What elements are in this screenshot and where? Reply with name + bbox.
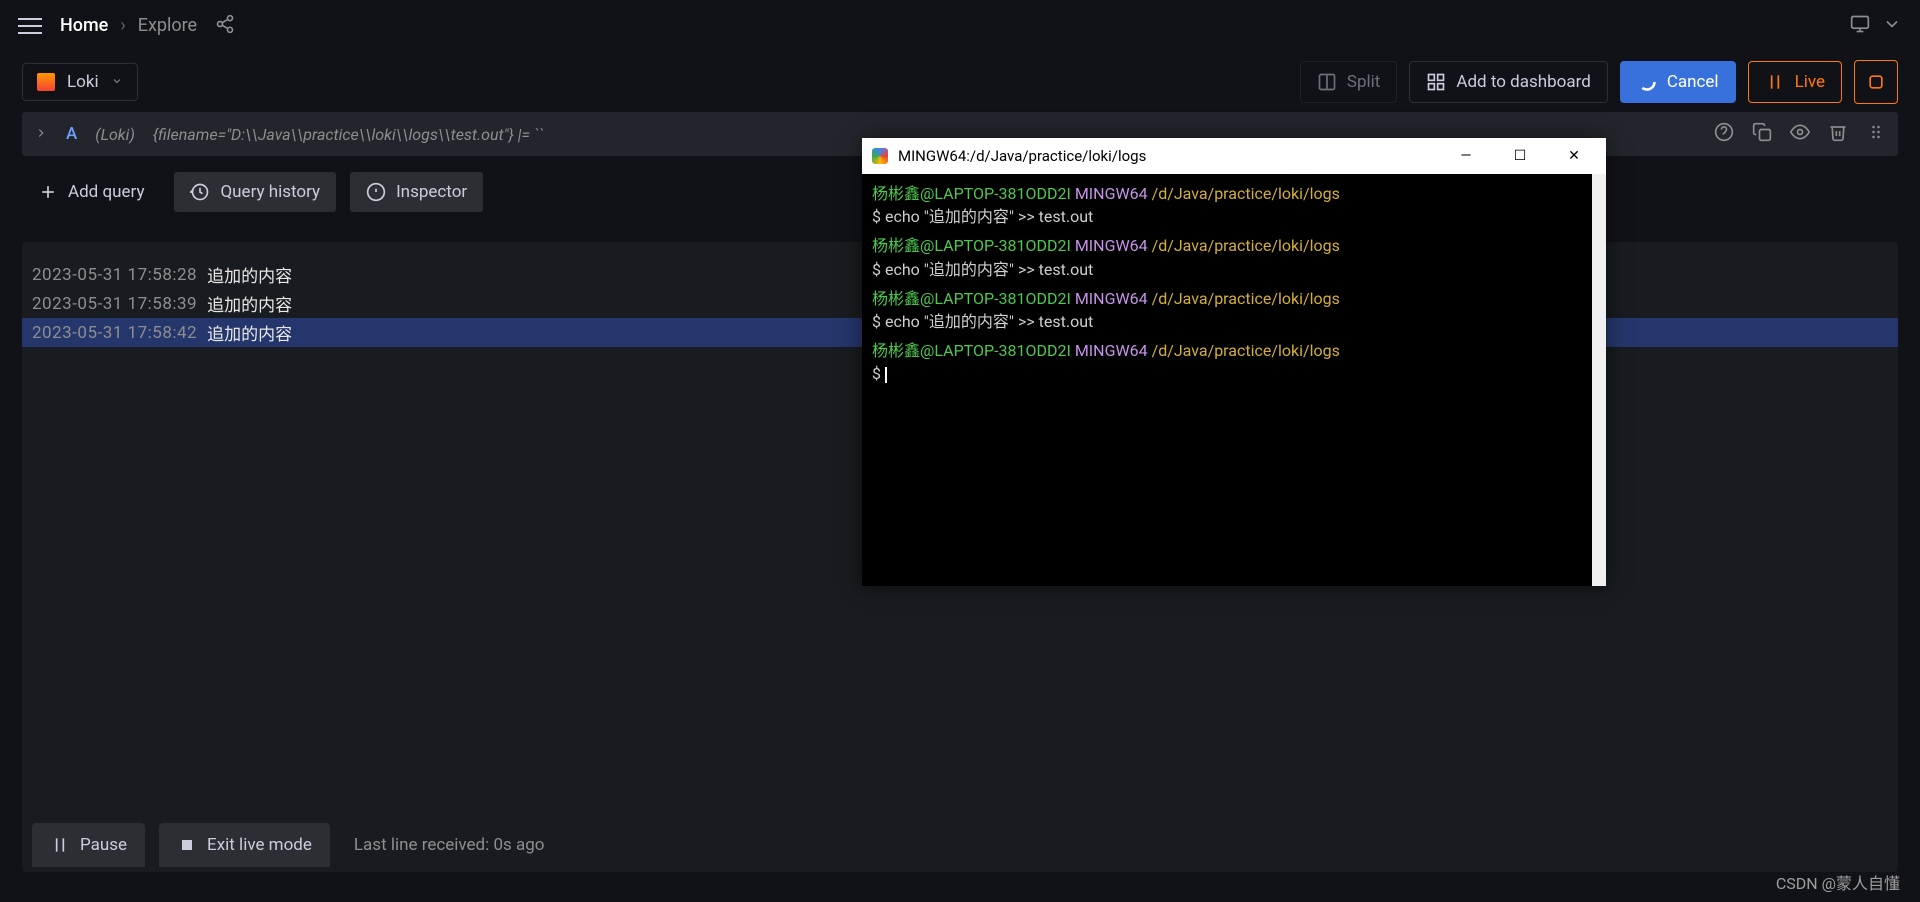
- terminal-app-icon: [872, 148, 888, 164]
- maximize-button[interactable]: ☐: [1498, 148, 1542, 164]
- hamburger-icon[interactable]: [18, 14, 42, 38]
- pause-button[interactable]: Pause: [32, 823, 145, 867]
- term-env: MINGW64: [1075, 236, 1148, 255]
- cancel-label: Cancel: [1667, 72, 1719, 92]
- toolbar: Loki Split Add to dashboard Cancel Live: [0, 52, 1920, 112]
- term-path: /d/Java/practice/loki/logs: [1152, 341, 1340, 360]
- trash-icon[interactable]: [1828, 122, 1848, 146]
- inspector-label: Inspector: [396, 182, 467, 202]
- terminal-title: MINGW64:/d/Java/practice/loki/logs: [898, 147, 1434, 165]
- toolbar-right: Split Add to dashboard Cancel Live: [1300, 60, 1898, 104]
- drag-handle-icon[interactable]: [1866, 122, 1886, 146]
- inspector-button[interactable]: Inspector: [350, 172, 483, 212]
- datasource-picker[interactable]: Loki: [22, 63, 138, 101]
- copy-icon[interactable]: [1752, 122, 1772, 146]
- term-prompt: $: [872, 362, 1582, 385]
- log-message: 追加的内容: [207, 291, 292, 316]
- term-user: 杨彬鑫@LAPTOP-381ODD2I: [872, 236, 1071, 255]
- live-stop-button[interactable]: [1854, 60, 1898, 104]
- split-button: Split: [1300, 61, 1397, 103]
- watermark: CSDN @蒙人自懂: [1776, 870, 1900, 894]
- breadcrumb: Home › Explore: [60, 15, 197, 36]
- caret-down-icon[interactable]: [1882, 14, 1902, 38]
- log-timestamp: 2023-05-31 17:58:39: [32, 294, 197, 314]
- query-history-button[interactable]: Query history: [174, 172, 336, 212]
- term-user: 杨彬鑫@LAPTOP-381ODD2I: [872, 341, 1071, 360]
- query-actions: [1714, 122, 1886, 146]
- query-id: A: [66, 124, 77, 144]
- lastline-text: Last line received: 0s ago: [354, 835, 545, 855]
- datasource-name: Loki: [67, 72, 99, 92]
- exit-label: Exit live mode: [207, 835, 312, 855]
- term-env: MINGW64: [1075, 289, 1148, 308]
- term-path: /d/Java/practice/loki/logs: [1152, 236, 1340, 255]
- caret-down-icon: [111, 75, 123, 90]
- terminal-body[interactable]: 杨彬鑫@LAPTOP-381ODD2I MINGW64 /d/Java/prac…: [862, 174, 1606, 586]
- live-button[interactable]: Live: [1748, 61, 1842, 103]
- terminal-window: MINGW64:/d/Java/practice/loki/logs — ☐ ✕…: [862, 138, 1606, 586]
- breadcrumb-home[interactable]: Home: [60, 15, 108, 36]
- exit-live-button[interactable]: Exit live mode: [159, 823, 330, 867]
- share-icon[interactable]: [215, 14, 235, 38]
- add-dashboard-label: Add to dashboard: [1456, 72, 1590, 92]
- term-command: $ echo "追加的内容" >> test.out: [872, 258, 1582, 281]
- term-path: /d/Java/practice/loki/logs: [1152, 184, 1340, 203]
- breadcrumb-sep: ›: [120, 15, 125, 36]
- log-message: 追加的内容: [207, 320, 292, 345]
- minimize-button[interactable]: —: [1444, 148, 1488, 164]
- term-env: MINGW64: [1075, 184, 1148, 203]
- term-user: 杨彬鑫@LAPTOP-381ODD2I: [872, 184, 1071, 203]
- pause-label: Pause: [80, 835, 127, 855]
- add-to-dashboard-button[interactable]: Add to dashboard: [1409, 61, 1607, 103]
- history-label: Query history: [220, 182, 320, 202]
- eye-icon[interactable]: [1790, 122, 1810, 146]
- add-query-label: Add query: [68, 182, 144, 202]
- term-path: /d/Java/practice/loki/logs: [1152, 289, 1340, 308]
- cancel-button[interactable]: Cancel: [1620, 61, 1736, 103]
- breadcrumb-explore[interactable]: Explore: [138, 15, 197, 36]
- log-timestamp: 2023-05-31 17:58:28: [32, 265, 197, 285]
- live-label: Live: [1795, 72, 1825, 92]
- term-user: 杨彬鑫@LAPTOP-381ODD2I: [872, 289, 1071, 308]
- log-timestamp: 2023-05-31 17:58:42: [32, 323, 197, 343]
- close-button[interactable]: ✕: [1552, 148, 1596, 164]
- term-command: $ echo "追加的内容" >> test.out: [872, 310, 1582, 333]
- query-datasource: (Loki): [95, 125, 135, 144]
- live-bottom-bar: Pause Exit live mode Last line received:…: [22, 818, 1898, 872]
- monitor-icon[interactable]: [1850, 14, 1870, 38]
- terminal-titlebar[interactable]: MINGW64:/d/Java/practice/loki/logs — ☐ ✕: [862, 138, 1606, 174]
- term-env: MINGW64: [1075, 341, 1148, 360]
- term-command: $ echo "追加的内容" >> test.out: [872, 205, 1582, 228]
- top-right: [1850, 14, 1902, 38]
- chevron-right-icon[interactable]: [34, 125, 48, 144]
- top-nav: Home › Explore: [0, 0, 1920, 52]
- split-label: Split: [1347, 72, 1380, 92]
- help-icon[interactable]: [1714, 122, 1734, 146]
- add-query-button[interactable]: Add query: [22, 172, 160, 212]
- log-message: 追加的内容: [207, 262, 292, 287]
- loki-logo-icon: [37, 73, 55, 91]
